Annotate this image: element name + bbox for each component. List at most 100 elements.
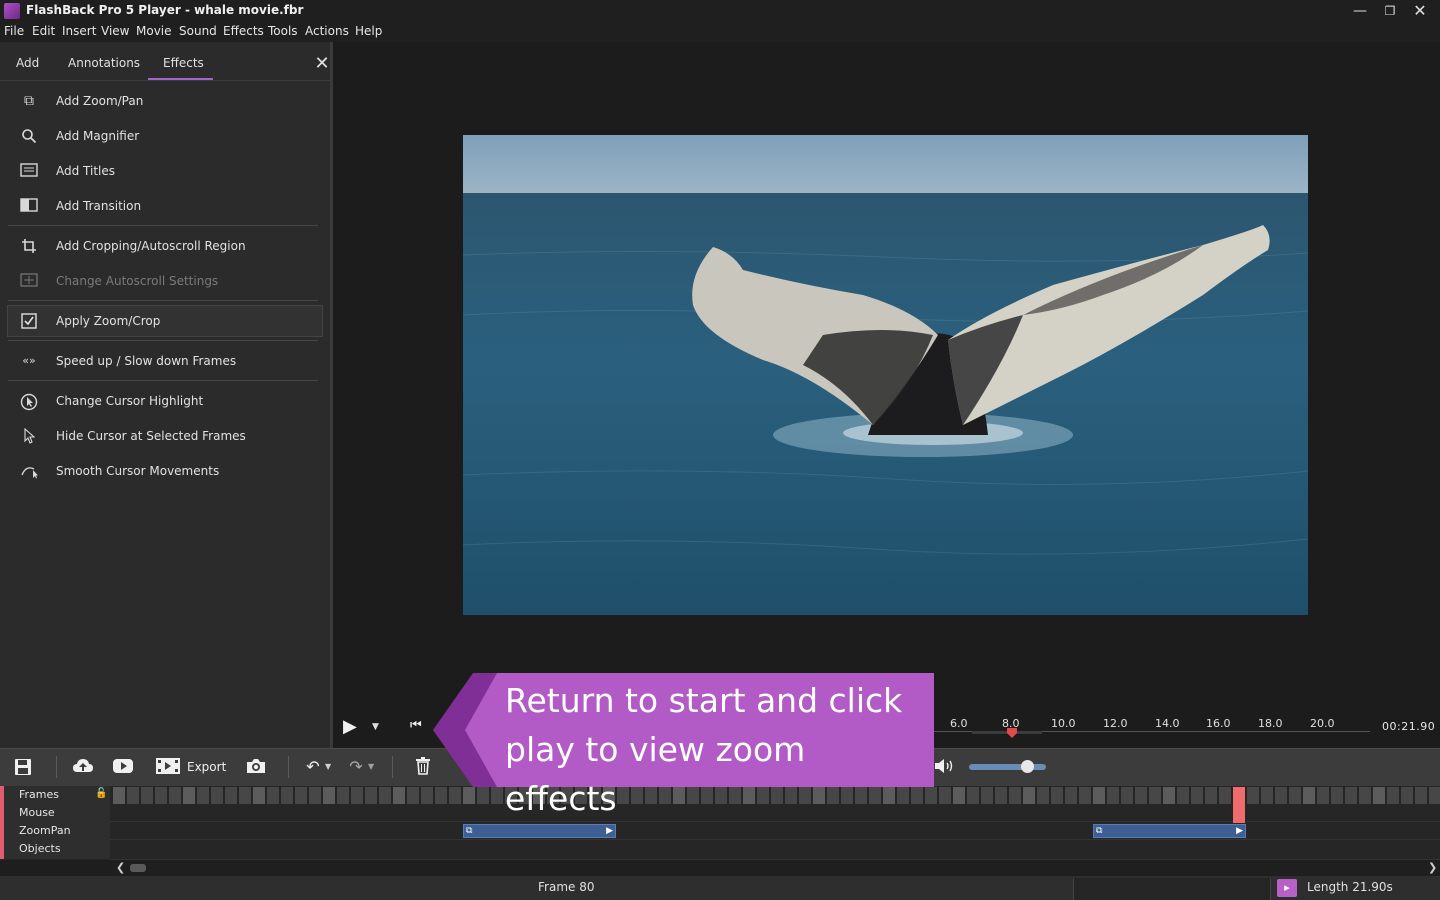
menu-tools[interactable]: Tools: [268, 24, 298, 38]
menu-file[interactable]: File: [4, 24, 24, 38]
frame-cell[interactable]: [1415, 787, 1427, 804]
export-icon[interactable]: [155, 757, 181, 777]
scroll-left-icon[interactable]: ❮: [116, 861, 125, 874]
fx-add-zoom-pan[interactable]: ⧉ Add Zoom/Pan: [8, 86, 322, 116]
frame-cell[interactable]: [1177, 787, 1189, 804]
frame-cell[interactable]: [1037, 787, 1049, 804]
frame-cell[interactable]: [449, 787, 461, 804]
horizontal-scrollbar[interactable]: [113, 861, 1440, 875]
frame-cell[interactable]: [337, 787, 349, 804]
frame-cell[interactable]: [995, 787, 1007, 804]
frame-cell[interactable]: [421, 787, 433, 804]
frame-cell[interactable]: [1219, 787, 1231, 804]
zoompan-segment[interactable]: ⧉ ▶: [463, 824, 616, 838]
close-icon[interactable]: ✕: [1405, 0, 1435, 22]
scrollbar-thumb[interactable]: [130, 864, 146, 872]
frame-cell-selected[interactable]: [1233, 787, 1245, 823]
frame-cell[interactable]: [155, 787, 167, 804]
frame-cell[interactable]: [939, 787, 951, 804]
menu-sound[interactable]: Sound: [179, 24, 217, 38]
frame-cell[interactable]: [1079, 787, 1091, 804]
frame-cell[interactable]: [127, 787, 139, 804]
frame-cell[interactable]: [1121, 787, 1133, 804]
lock-icon[interactable]: 🔓: [95, 788, 107, 799]
menu-edit[interactable]: Edit: [32, 24, 55, 38]
frame-cell[interactable]: [1345, 787, 1357, 804]
frame-cell[interactable]: [463, 787, 475, 804]
frame-cell[interactable]: [1163, 787, 1175, 804]
menu-view[interactable]: View: [101, 24, 129, 38]
frame-cell[interactable]: [281, 787, 293, 804]
redo-dropdown-icon[interactable]: ▼: [368, 762, 374, 771]
frame-cell[interactable]: [1317, 787, 1329, 804]
frame-cell[interactable]: [1191, 787, 1203, 804]
frame-cell[interactable]: [1359, 787, 1371, 804]
frame-cell[interactable]: [1205, 787, 1217, 804]
upload-icon[interactable]: [72, 757, 94, 777]
checkbox-checked-icon[interactable]: [20, 313, 38, 329]
save-icon[interactable]: [12, 757, 34, 777]
restore-icon[interactable]: ❐: [1375, 0, 1405, 22]
menu-help[interactable]: Help: [355, 24, 382, 38]
frame-cell[interactable]: [239, 787, 251, 804]
frame-cell[interactable]: [1247, 787, 1259, 804]
frame-cell[interactable]: [1429, 787, 1440, 804]
frame-cell[interactable]: [491, 787, 503, 804]
fx-add-transition[interactable]: Add Transition: [8, 191, 322, 221]
goto-start-icon[interactable]: ⏮: [410, 718, 422, 733]
frame-cell[interactable]: [1401, 787, 1413, 804]
frame-cell[interactable]: [351, 787, 363, 804]
export-button[interactable]: Export: [187, 760, 226, 774]
frame-cell[interactable]: [197, 787, 209, 804]
frame-cell[interactable]: [379, 787, 391, 804]
delete-icon[interactable]: [412, 757, 434, 777]
frame-cell[interactable]: [477, 787, 489, 804]
redo-icon[interactable]: ↷: [345, 757, 367, 777]
fx-speed-frames[interactable]: «» Speed up / Slow down Frames: [8, 346, 322, 376]
zoompan-segment[interactable]: ⧉ ▶: [1093, 824, 1246, 838]
frame-cell[interactable]: [407, 787, 419, 804]
volume-icon[interactable]: [933, 757, 955, 777]
volume-slider-knob[interactable]: [1020, 760, 1034, 773]
frame-cell[interactable]: [141, 787, 153, 804]
frame-cell[interactable]: [435, 787, 447, 804]
frame-cell[interactable]: [925, 787, 937, 804]
scroll-right-icon[interactable]: ❯: [1428, 861, 1437, 874]
undo-dropdown-icon[interactable]: ▼: [325, 762, 331, 771]
frame-cell[interactable]: [1149, 787, 1161, 804]
camera-icon[interactable]: [245, 757, 267, 777]
fx-add-magnifier[interactable]: Add Magnifier: [8, 121, 322, 151]
frame-cell[interactable]: [225, 787, 237, 804]
frame-cell[interactable]: [183, 787, 195, 804]
playhead-marker[interactable]: [1007, 727, 1017, 738]
frame-cell[interactable]: [1331, 787, 1343, 804]
tab-annotations[interactable]: Annotations: [68, 56, 140, 70]
frame-cell[interactable]: [1275, 787, 1287, 804]
frame-cell[interactable]: [953, 787, 965, 804]
frame-cell[interactable]: [253, 787, 265, 804]
fx-apply-zoom-crop[interactable]: Apply Zoom/Crop: [7, 305, 323, 337]
frame-cell[interactable]: [1009, 787, 1021, 804]
frame-cell[interactable]: [1373, 787, 1385, 804]
fx-cursor-highlight[interactable]: Change Cursor Highlight: [8, 386, 322, 416]
menu-actions[interactable]: Actions: [305, 24, 349, 38]
chevron-down-icon[interactable]: ▼: [372, 722, 379, 732]
frame-cell[interactable]: [211, 787, 223, 804]
frame-cell[interactable]: [1261, 787, 1273, 804]
frame-cell[interactable]: [981, 787, 993, 804]
frame-cell[interactable]: [1065, 787, 1077, 804]
panel-close-icon[interactable]: ✕: [313, 53, 331, 74]
frame-cell[interactable]: [323, 787, 335, 804]
fx-add-titles[interactable]: Add Titles: [8, 156, 322, 186]
frame-cell[interactable]: [393, 787, 405, 804]
volume-slider[interactable]: [969, 764, 1046, 770]
menu-effects[interactable]: Effects: [223, 24, 264, 38]
tab-add[interactable]: Add: [16, 56, 39, 70]
menu-movie[interactable]: Movie: [136, 24, 172, 38]
frame-cell[interactable]: [1107, 787, 1119, 804]
fx-add-cropping[interactable]: Add Cropping/Autoscroll Region: [8, 231, 322, 261]
frame-cell[interactable]: [267, 787, 279, 804]
frame-cell[interactable]: [967, 787, 979, 804]
frame-cell[interactable]: [309, 787, 321, 804]
frame-cell[interactable]: [1023, 787, 1035, 804]
